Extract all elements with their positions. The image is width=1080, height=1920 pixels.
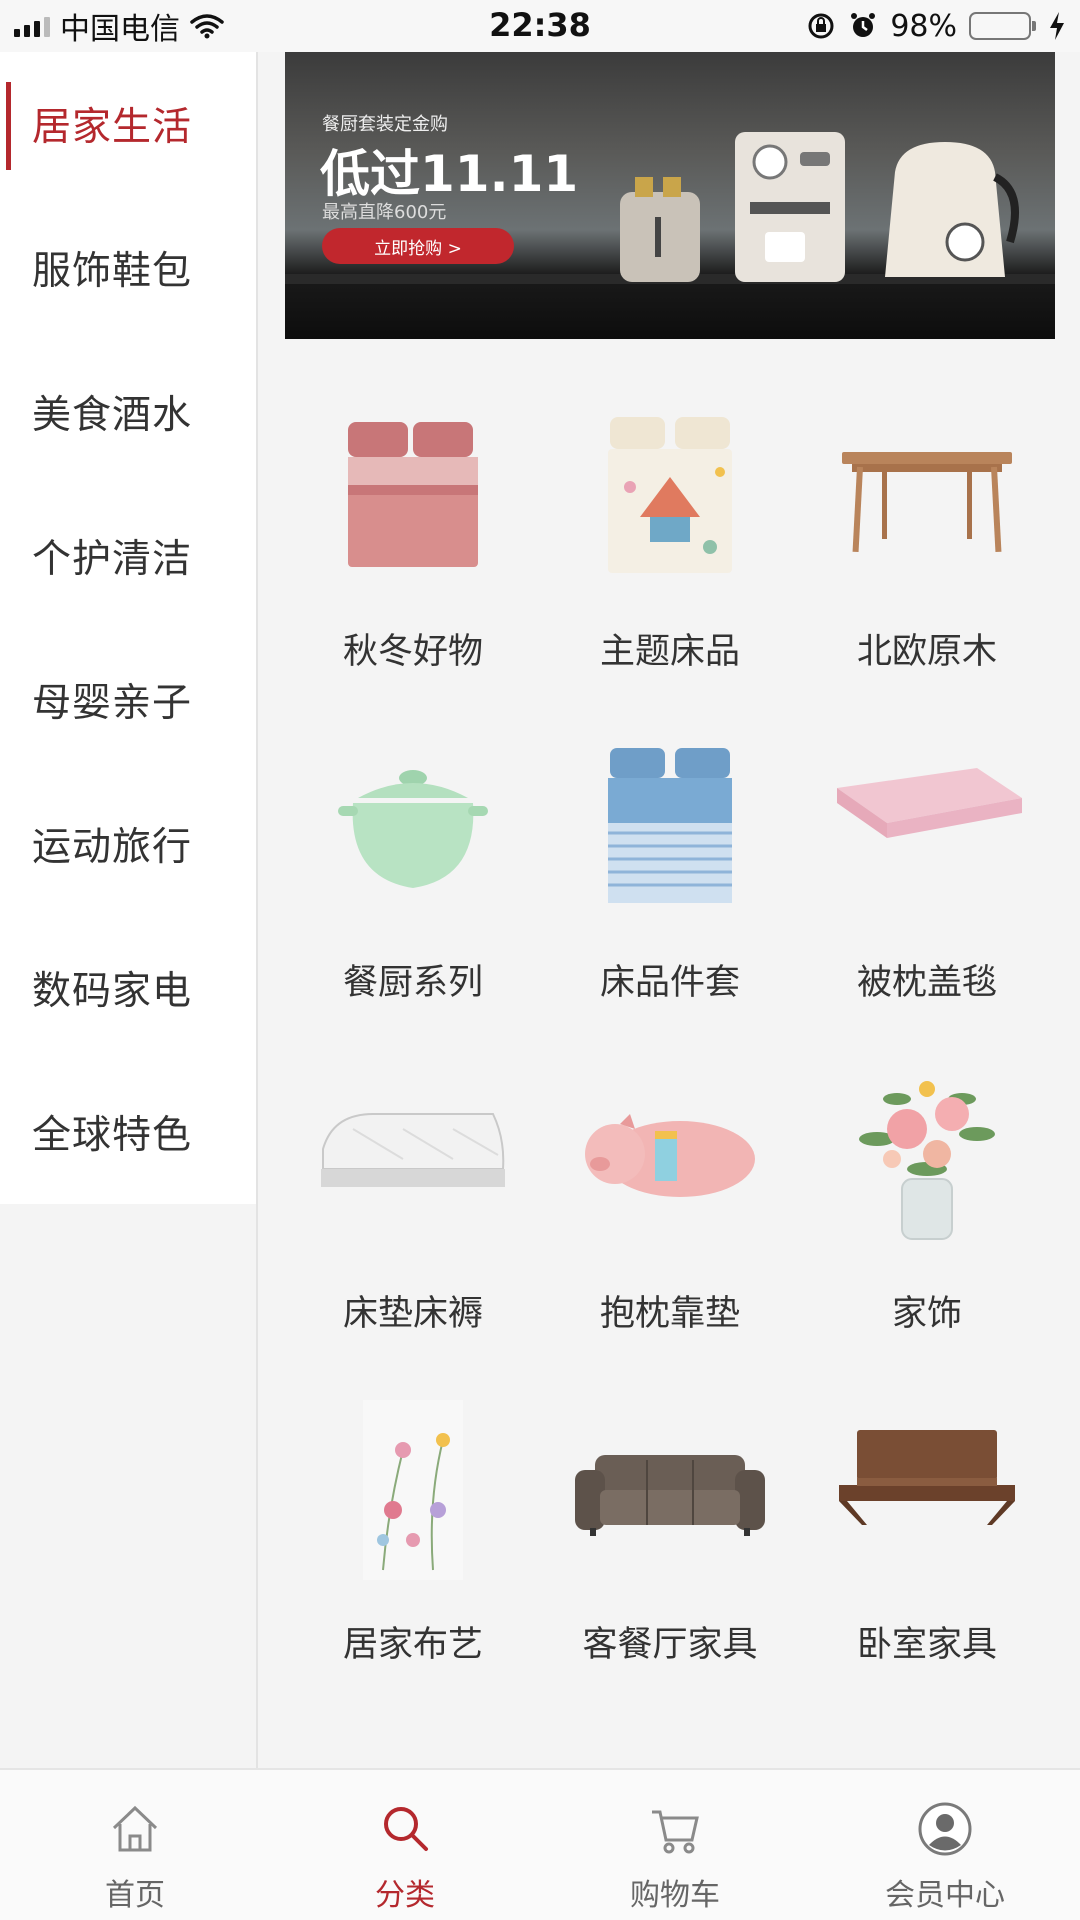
category-label: 被枕盖毯 [856, 963, 997, 1003]
category-item[interactable]: 被枕盖毯 [799, 728, 1055, 1058]
battery-icon [969, 12, 1036, 40]
mattress-icon [313, 1059, 513, 1259]
cart-icon [646, 1800, 704, 1862]
tab-item[interactable]: 首页 [0, 1770, 270, 1920]
category-label: 家饰 [891, 1294, 962, 1334]
pig-pillow-icon [570, 1059, 770, 1259]
promo-banner[interactable]: 餐厨套装定金购 低过11.11 最高直降600元 立即抢购 > [285, 52, 1055, 339]
category-item[interactable]: 床垫床褥 [285, 1059, 541, 1389]
category-label: 床品件套 [599, 963, 740, 1003]
category-label: 抱枕靠垫 [599, 1294, 740, 1334]
rotation-lock-icon [808, 13, 834, 39]
sidebar-item[interactable]: 服饰鞋包 [0, 196, 256, 340]
category-label: 北欧原木 [856, 632, 997, 672]
kitchen-appliances-image [620, 132, 1019, 282]
wooden-table-icon [827, 397, 1027, 597]
sidebar-item-label: 美食酒水 [32, 393, 193, 438]
bedding-blue-icon [570, 728, 770, 928]
category-item[interactable]: 北欧原木 [799, 397, 1055, 727]
category-label: 餐厨系列 [342, 963, 483, 1003]
bed-frame-icon [827, 1390, 1027, 1590]
category-item[interactable]: 家饰 [799, 1059, 1055, 1389]
category-item[interactable]: 居家布艺 [285, 1390, 541, 1720]
sidebar-item[interactable]: 运动旅行 [0, 772, 256, 916]
status-bar: 中国电信 22:38 98% [0, 0, 1080, 52]
category-sidebar: 居家生活服饰鞋包美食酒水个护清洁母婴亲子运动旅行数码家电全球特色 [0, 52, 258, 1768]
category-label: 卧室家具 [856, 1625, 997, 1665]
banner-headline: 低过11.11 [320, 145, 579, 203]
tab-label: 首页 [105, 1878, 165, 1913]
category-item[interactable]: 主题床品 [542, 397, 798, 727]
flower-vase-icon [827, 1059, 1027, 1259]
wifi-icon [190, 14, 224, 39]
category-item[interactable]: 餐厨系列 [285, 728, 541, 1058]
folded-blanket-icon [827, 728, 1027, 928]
battery-percent: 98% [890, 8, 957, 44]
tab-item[interactable]: 会员中心 [810, 1770, 1080, 1920]
tab-label: 分类 [375, 1878, 435, 1913]
member-icon [916, 1800, 974, 1862]
buy-now-button[interactable]: 立即抢购 > [322, 228, 514, 264]
sidebar-item-label: 母婴亲子 [32, 681, 193, 726]
category-item[interactable]: 秋冬好物 [285, 397, 541, 727]
sidebar-item[interactable]: 个护清洁 [0, 484, 256, 628]
sidebar-item-label: 居家生活 [32, 105, 193, 150]
sidebar-item[interactable]: 美食酒水 [0, 340, 256, 484]
category-label: 床垫床褥 [342, 1294, 483, 1334]
category-item[interactable]: 抱枕靠垫 [542, 1059, 798, 1389]
sofa-icon [570, 1390, 770, 1590]
category-item[interactable]: 客餐厅家具 [542, 1390, 798, 1720]
category-label: 主题床品 [599, 632, 740, 672]
alarm-icon [851, 13, 876, 37]
search-icon [376, 1800, 434, 1862]
sidebar-item-label: 全球特色 [32, 1113, 193, 1158]
tab-item[interactable]: 分类 [270, 1770, 540, 1920]
bottom-tab-bar: 首页 分类 购物车 会员中心 [0, 1768, 1080, 1920]
sidebar-item[interactable]: 居家生活 [0, 52, 256, 196]
tab-item[interactable]: 购物车 [540, 1770, 810, 1920]
sidebar-item-label: 数码家电 [32, 969, 193, 1014]
category-label: 居家布艺 [342, 1625, 483, 1665]
sidebar-item-label: 个护清洁 [32, 537, 193, 582]
signal-icon [14, 15, 50, 37]
tab-label: 会员中心 [885, 1878, 1005, 1913]
category-label: 秋冬好物 [342, 632, 483, 672]
themed-bedding-icon [570, 397, 770, 597]
home-icon [106, 1800, 164, 1862]
carrier-label: 中国电信 [60, 12, 180, 47]
bedding-pink-icon [313, 397, 513, 597]
sidebar-item-label: 运动旅行 [32, 825, 193, 870]
sidebar-item[interactable]: 全球特色 [0, 1060, 256, 1204]
category-item[interactable]: 床品件套 [542, 728, 798, 1058]
category-label: 客餐厅家具 [582, 1625, 758, 1665]
tab-label: 购物车 [630, 1878, 720, 1913]
casserole-pot-icon [313, 728, 513, 928]
category-item[interactable]: 卧室家具 [799, 1390, 1055, 1720]
sidebar-item[interactable]: 数码家电 [0, 916, 256, 1060]
banner-note: 最高直降600元 [322, 202, 447, 223]
sidebar-item-label: 服饰鞋包 [32, 249, 193, 294]
app-screen: 中国电信 22:38 98% 居家生活 服饰鞋包 美食酒水 个护清洁 母婴亲子 … [0, 0, 1080, 1920]
category-content: 餐厨套装定金购 低过11.11 最高直降600元 立即抢购 > 秋冬好物 主题床品… [260, 52, 1080, 1768]
charging-icon [1050, 12, 1064, 40]
banner-subtitle: 餐厨套装定金购 [322, 114, 448, 135]
sidebar-item[interactable]: 母婴亲子 [0, 628, 256, 772]
floral-curtain-icon [313, 1390, 513, 1590]
